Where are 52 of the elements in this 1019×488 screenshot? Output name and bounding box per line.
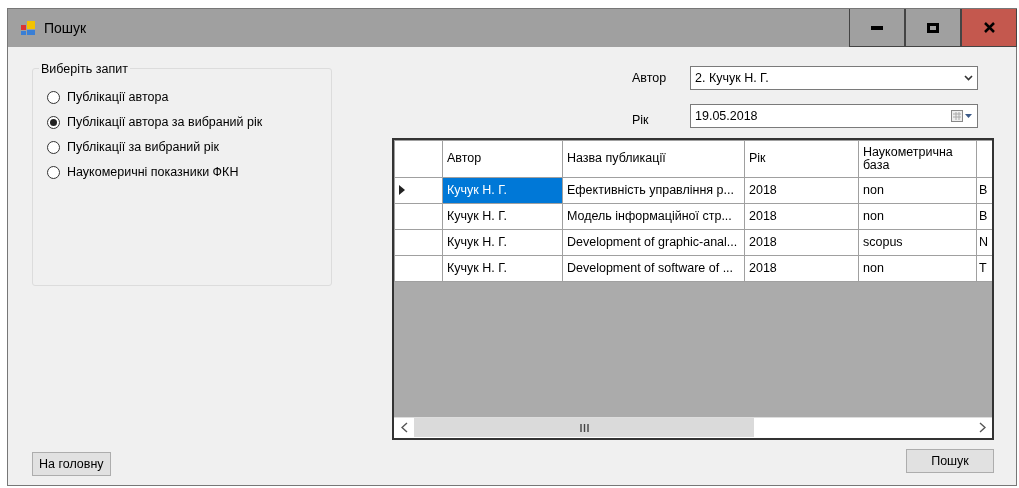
maximize-button[interactable]	[905, 9, 961, 47]
scrollbar-thumb[interactable]	[414, 418, 754, 438]
table-cell: scopus	[858, 229, 977, 256]
close-button[interactable]	[961, 9, 1017, 47]
column-header[interactable]: Назва публикації	[562, 140, 745, 178]
maximize-icon	[927, 22, 939, 33]
chevron-down-icon	[964, 75, 973, 81]
minimize-button[interactable]	[849, 9, 905, 47]
radio-button[interactable]	[47, 116, 60, 129]
author-label: Автор	[631, 69, 668, 87]
home-button[interactable]: На головну	[32, 452, 111, 476]
grip-icon	[579, 423, 589, 432]
table-cell: Кучук Н. Г.	[442, 203, 563, 230]
column-header[interactable]: Наукометрична база	[858, 140, 977, 178]
radio-option[interactable]: Публікації за вибраний рік	[47, 135, 219, 160]
table-cell: 2018	[744, 255, 859, 282]
table-cell: Development of graphic-anal...	[562, 229, 745, 256]
table-cell: Кучук Н. Г.	[442, 229, 563, 256]
group-title: Виберіть запит	[39, 60, 130, 79]
table-cell: Кучук Н. Г.	[442, 255, 563, 282]
table-cell: 2018	[744, 203, 859, 230]
radio-option[interactable]: Наукомеричні показники ФКН	[47, 160, 239, 185]
radio-button[interactable]	[47, 91, 60, 104]
radio-button[interactable]	[47, 141, 60, 154]
table-cell: 2018	[744, 229, 859, 256]
column-header[interactable]: Рік	[744, 140, 859, 178]
close-icon	[983, 22, 995, 33]
table-cell: non	[858, 203, 977, 230]
date-picker[interactable]: 19.05.2018	[690, 104, 978, 129]
radio-option[interactable]: Публікації автора за вибраний рік	[47, 110, 263, 135]
table-cell: Development of software of ...	[562, 255, 745, 282]
table-cell: Ефективність управління р...	[562, 177, 745, 204]
horizontal-scrollbar[interactable]	[394, 416, 992, 438]
current-row-icon	[399, 185, 405, 196]
app-icon	[20, 20, 36, 36]
table-cell: Кучук Н. Г.	[442, 177, 563, 204]
table-cell: Модель інформаційної стр...	[562, 203, 745, 230]
table-cell: 2018	[744, 177, 859, 204]
calendar-icon	[951, 110, 973, 123]
search-button[interactable]: Пошук	[906, 448, 994, 473]
year-label: Рік	[631, 112, 650, 129]
scroll-right-icon[interactable]	[978, 422, 986, 434]
column-header[interactable]: Автор	[442, 140, 563, 178]
radio-option[interactable]: Публікації автора	[47, 85, 169, 110]
scroll-left-icon[interactable]	[400, 422, 408, 434]
row-header[interactable]	[394, 177, 443, 204]
table-cell: non	[858, 177, 977, 204]
radio-button[interactable]	[47, 166, 60, 179]
author-dropdown[interactable]: 2. Кучук Н. Г.	[690, 66, 978, 90]
minimize-icon	[871, 25, 883, 30]
table-cell: non	[858, 255, 977, 282]
window-title: Пошук	[44, 18, 87, 38]
